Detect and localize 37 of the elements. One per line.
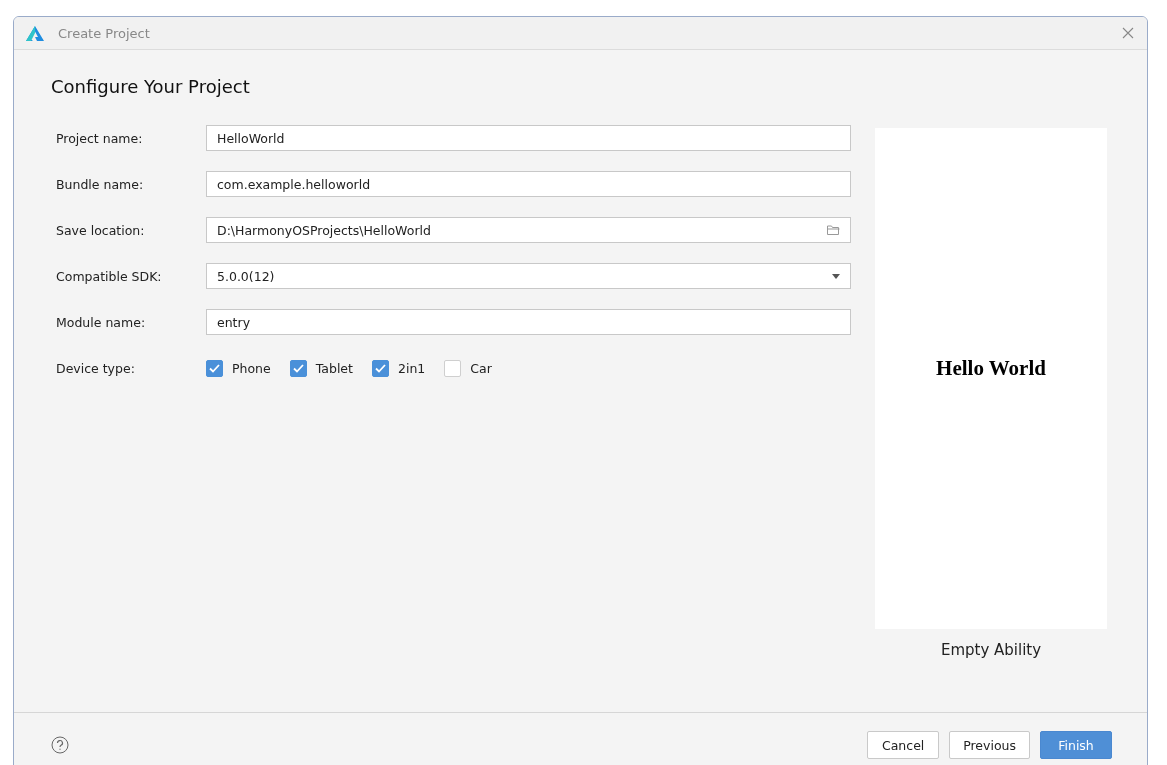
field-label: Save location: [55,222,146,238]
device-checkbox[interactable]: 2in1 [371,359,426,377]
device-checkbox[interactable]: Car [444,359,492,377]
checkbox-label: Tablet [315,360,353,376]
caret-icon [832,273,840,279]
field-label: Compatible SDK: [55,268,163,284]
checkbox-label: Car [470,360,492,376]
text-field[interactable]: com.example.helloworld [206,171,851,197]
check-icon [292,363,304,373]
page-heading: Configure Your Project [51,76,251,97]
close-button[interactable] [1121,26,1135,40]
window-title: Create Project [58,25,151,41]
preview-text: Hello World [936,356,1046,382]
checkbox[interactable] [444,359,462,377]
checkbox-label: Phone [232,360,271,376]
checkbox[interactable] [371,359,389,377]
sdk-dropdown[interactable]: 5.0.0(12) [206,263,851,289]
field-label: Project name: [55,130,144,146]
check-icon [209,363,220,373]
dialog-button[interactable]: Previous [949,731,1030,759]
checkbox[interactable] [206,359,223,377]
checkbox-label: 2in1 [397,360,426,376]
dialog-button[interactable]: Cancel [867,731,940,759]
field-label: Module name: [55,314,147,330]
device-checkbox[interactable]: Phone [206,359,271,377]
app-logo-icon [26,25,44,41]
text-field[interactable]: HelloWorld [206,125,851,151]
device-checkbox[interactable]: Tablet [289,359,353,377]
checkbox[interactable] [289,359,307,377]
text-field[interactable]: entry [206,309,851,335]
template-caption: Empty Ability [940,641,1042,659]
field-label: Bundle name: [55,176,145,192]
path-field[interactable]: D:\HarmonyOSProjects\HelloWorld [206,217,851,243]
check-icon [374,363,386,373]
field-label: Device type: [55,360,136,376]
folder-icon[interactable] [827,225,840,235]
help-icon[interactable] [51,736,69,754]
